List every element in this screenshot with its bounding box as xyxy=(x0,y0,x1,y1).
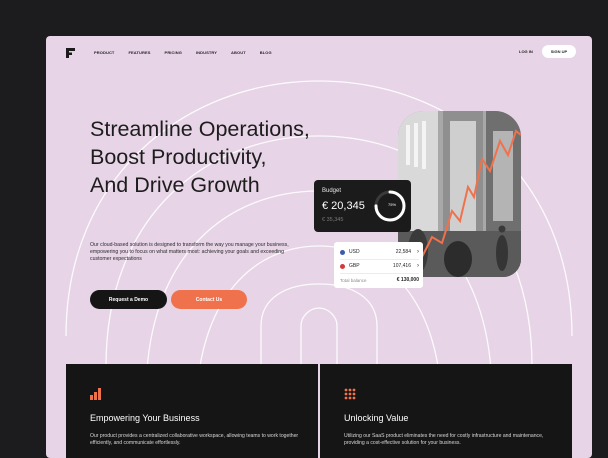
nav-item-blog[interactable]: BLOG xyxy=(260,50,272,56)
nav-item-product[interactable]: PRODUCT xyxy=(94,50,114,56)
hero-title: Streamline Operations, Boost Productivit… xyxy=(90,115,340,199)
feature-card-title: Unlocking Value xyxy=(344,413,409,423)
bar-chart-icon xyxy=(90,388,101,400)
divider xyxy=(340,273,419,274)
grid-dots-icon xyxy=(344,388,356,400)
signup-button[interactable]: SIGN UP xyxy=(542,45,576,58)
budget-amount: € 20,345 xyxy=(322,200,365,212)
main-nav: PRODUCT FEATURES PRICING INDUSTRY ABOUT … xyxy=(94,50,286,56)
chevron-right-icon: › xyxy=(417,263,419,269)
contact-us-button[interactable]: Contact Us xyxy=(171,290,247,309)
currency-code: USD xyxy=(349,249,360,255)
nav-item-about[interactable]: ABOUT xyxy=(231,50,246,56)
uk-flag-icon xyxy=(340,263,345,269)
budget-card: Budget € 20,345 € 35,345 75% xyxy=(314,180,411,232)
us-flag-icon xyxy=(340,249,345,255)
login-link[interactable]: LOG IN xyxy=(519,49,533,54)
logo-icon[interactable] xyxy=(66,48,75,58)
hero-title-line: And Drive Growth xyxy=(90,173,260,197)
budget-label: Budget xyxy=(322,188,342,194)
hero-description: Our cloud-based solution is designed to … xyxy=(90,242,289,263)
total-balance-value: € 130,000 xyxy=(396,277,419,283)
nav-item-pricing[interactable]: PRICING xyxy=(165,50,182,56)
currency-row-usd[interactable]: USD 22,584 › xyxy=(340,249,419,255)
feature-card-description: Utilizing our SaaS product eliminates th… xyxy=(344,433,544,447)
chevron-right-icon: › xyxy=(417,249,419,255)
feature-card-description: Our product provides a centralized colla… xyxy=(90,433,299,447)
total-balance-row: Total balance € 130,000 xyxy=(340,277,419,283)
currency-card: USD 22,584 › GBP 107,416 › Total balance… xyxy=(334,242,423,288)
currency-value: 107,416 xyxy=(392,263,411,269)
currency-code: GBP xyxy=(349,263,360,269)
nav-item-features[interactable]: FEATURES xyxy=(128,50,150,56)
feature-card: Unlocking Value Utilizing our SaaS produ… xyxy=(320,364,572,458)
total-balance-label: Total balance xyxy=(340,277,367,283)
hero-title-line: Boost Productivity, xyxy=(90,145,267,169)
hero-title-line: Streamline Operations, xyxy=(90,117,310,141)
budget-percent: 75% xyxy=(388,202,397,207)
currency-row-gbp[interactable]: GBP 107,416 › xyxy=(340,263,419,269)
budget-secondary-amount: € 35,345 xyxy=(322,217,344,223)
nav-item-industry[interactable]: INDUSTRY xyxy=(196,50,217,56)
divider xyxy=(340,259,419,260)
currency-value: 22,584 xyxy=(395,249,411,255)
feature-card-title: Empowering Your Business xyxy=(90,413,200,423)
request-demo-button[interactable]: Request a Demo xyxy=(90,290,167,309)
feature-card: Empowering Your Business Our product pro… xyxy=(66,364,318,458)
landing-page: PRODUCT FEATURES PRICING INDUSTRY ABOUT … xyxy=(46,36,592,458)
